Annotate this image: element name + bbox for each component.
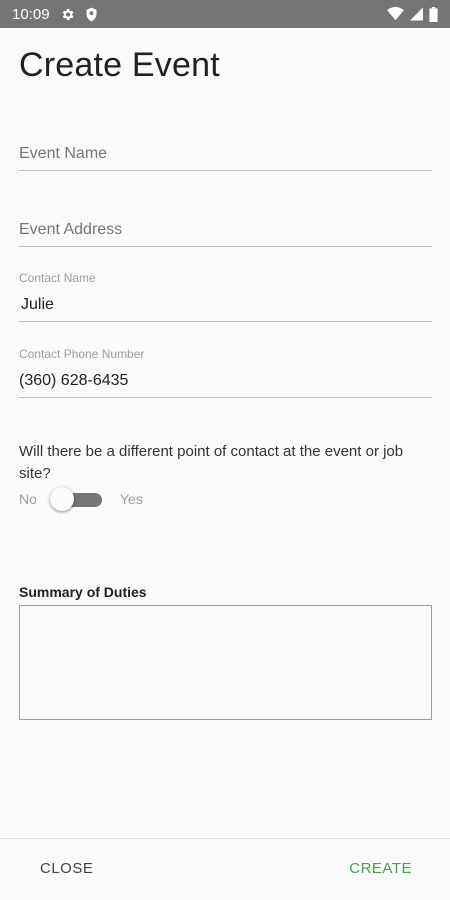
- close-button[interactable]: CLOSE: [40, 860, 93, 877]
- gear-icon: [60, 7, 75, 22]
- switch-thumb[interactable]: [50, 487, 74, 511]
- summary-of-duties-textarea[interactable]: [19, 605, 432, 720]
- different-contact-question: Will there be a different point of conta…: [19, 443, 404, 482]
- create-event-dialog: Create Event Event Name Event Address Co…: [0, 28, 450, 900]
- shield-icon: [85, 7, 98, 22]
- create-button[interactable]: CREATE: [349, 860, 412, 877]
- contact-phone-value: (360) 628-6435: [19, 372, 129, 389]
- contact-name-underline: [19, 321, 432, 322]
- event-name-placeholder: Event Name: [19, 145, 108, 162]
- event-name-underline: [19, 170, 432, 171]
- contact-phone-label: Contact Phone Number: [19, 347, 145, 361]
- status-left: 10:09: [12, 6, 98, 23]
- contact-phone-field[interactable]: Contact Phone Number (360) 628-6435: [19, 347, 432, 398]
- event-address-field[interactable]: Event Address: [19, 209, 432, 247]
- contact-name-field[interactable]: Contact Name Julie: [19, 271, 432, 322]
- signal-icon: [410, 7, 423, 21]
- page-title: Create Event: [19, 46, 220, 84]
- phone-screen: 10:09 Create Event Event Name Event Addr…: [0, 0, 450, 900]
- status-time: 10:09: [12, 5, 50, 23]
- status-bar: 10:09: [0, 0, 450, 28]
- contact-name-value: Julie: [21, 296, 54, 313]
- event-address-placeholder: Event Address: [19, 221, 123, 238]
- event-name-field[interactable]: Event Name: [19, 133, 432, 171]
- wifi-icon: [387, 7, 404, 21]
- summary-of-duties-label: Summary of Duties: [19, 584, 147, 600]
- contact-phone-underline: [19, 397, 432, 398]
- toggle-yes-label: Yes: [120, 491, 143, 507]
- different-contact-switch[interactable]: [50, 487, 102, 512]
- dialog-actions: CLOSE CREATE: [0, 838, 450, 900]
- contact-name-label: Contact Name: [19, 271, 96, 285]
- status-right: [387, 6, 438, 22]
- battery-icon: [429, 6, 438, 22]
- different-contact-toggle-row: No Yes: [19, 487, 219, 512]
- event-address-underline: [19, 246, 432, 247]
- toggle-no-label: No: [19, 491, 37, 507]
